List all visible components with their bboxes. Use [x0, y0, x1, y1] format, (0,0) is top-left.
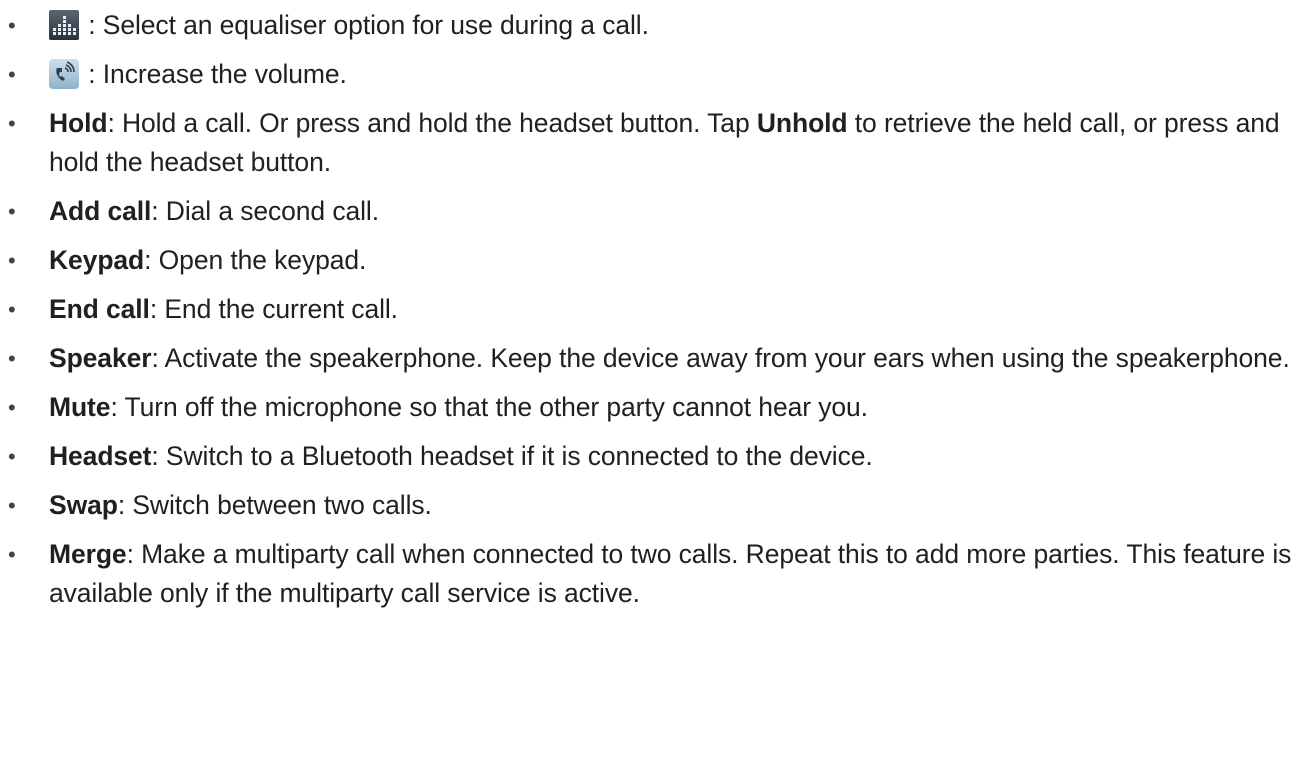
- list-item-volume: • : Increase the volume.: [0, 55, 1300, 94]
- list-item-end-call: • End call: End the current call.: [0, 290, 1300, 329]
- feature-list: •: Select an equaliser option for use d…: [0, 6, 1300, 623]
- bullet: •: [8, 297, 16, 322]
- equaliser-icon: [49, 10, 79, 40]
- item-text: : Activate the speakerphone. Keep the de…: [151, 343, 1290, 373]
- term-headset: Headset: [49, 441, 152, 471]
- bullet: •: [8, 62, 16, 87]
- term-merge: Merge: [49, 539, 127, 569]
- list-item-speaker: • Speaker: Activate the speakerphone. Ke…: [0, 339, 1300, 378]
- bullet: •: [8, 13, 16, 38]
- bullet: •: [8, 199, 16, 224]
- term-speaker: Speaker: [49, 343, 152, 373]
- term-add-call: Add call: [49, 196, 152, 226]
- term-hold: Hold: [49, 108, 108, 138]
- item-text: : Turn off the microphone so that the ot…: [110, 392, 868, 422]
- item-text: : Hold a call. Or press and hold the hea…: [107, 108, 757, 138]
- term-mute: Mute: [49, 392, 111, 422]
- item-text: : Select an equaliser option for use dur…: [81, 10, 649, 40]
- list-item-headset: • Headset: Switch to a Bluetooth headset…: [0, 437, 1300, 476]
- list-item-swap: • Swap: Switch between two calls.: [0, 486, 1300, 525]
- bullet: •: [8, 346, 16, 371]
- bullet: •: [8, 542, 16, 567]
- term-keypad: Keypad: [49, 245, 145, 275]
- item-text: : Open the keypad.: [144, 245, 367, 275]
- item-text: : Switch to a Bluetooth headset if it is…: [151, 441, 873, 471]
- volume-up-icon: [49, 59, 79, 89]
- term-unhold: Unhold: [756, 108, 848, 138]
- term-swap: Swap: [49, 490, 118, 520]
- item-text: : Increase the volume.: [81, 59, 347, 89]
- item-text: : Dial a second call.: [151, 196, 379, 226]
- bullet: •: [8, 395, 16, 420]
- list-item-mute: • Mute: Turn off the microphone so that …: [0, 388, 1300, 427]
- list-item-keypad: • Keypad: Open the keypad.: [0, 241, 1300, 280]
- list-item-equaliser: •: Select an equaliser option for use d…: [0, 6, 1300, 45]
- bullet: •: [8, 111, 16, 136]
- list-item-add-call: • Add call: Dial a second call.: [0, 192, 1300, 231]
- list-item-hold: • Hold: Hold a call. Or press and hold t…: [0, 104, 1300, 182]
- item-text: : Make a multiparty call when connected …: [49, 539, 1292, 608]
- list-item-merge: • Merge: Make a multiparty call when con…: [0, 535, 1300, 613]
- term-end-call: End call: [49, 294, 150, 324]
- bullet: •: [8, 444, 16, 469]
- bullet: •: [8, 493, 16, 518]
- item-text: : End the current call.: [149, 294, 398, 324]
- item-text: : Switch between two calls.: [117, 490, 432, 520]
- bullet: •: [8, 248, 16, 273]
